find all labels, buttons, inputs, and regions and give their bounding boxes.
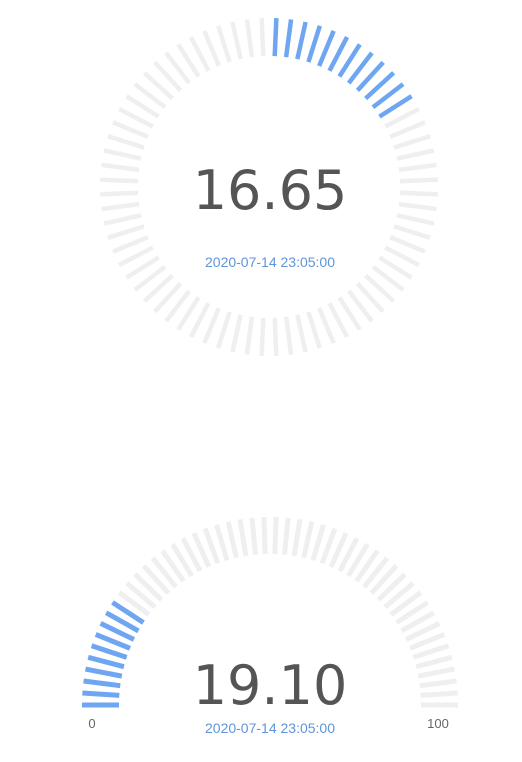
- semicircle-gauge-track-tick: [282, 517, 291, 555]
- ring-gauge-track-tick: [295, 314, 308, 353]
- ring-gauge-track-tick: [230, 314, 243, 353]
- ring-gauge-track-tick: [398, 201, 437, 212]
- ring-gauge-track-tick: [216, 311, 232, 349]
- ring-gauge-track-tick: [103, 148, 142, 161]
- ring-gauge-track-tick: [244, 316, 255, 355]
- semicircle-gauge-track-tick: [291, 519, 303, 557]
- ring-gauge-track-tick: [202, 29, 221, 67]
- ring-gauge-track-tick: [283, 316, 294, 355]
- ring-gauge-track-tick: [107, 134, 145, 150]
- ring-gauge-track-tick: [317, 307, 336, 345]
- semicircle-gauge-min-label: 0: [88, 716, 95, 731]
- semicircle-gauge-track-tick: [261, 517, 268, 555]
- ring-gauge-track-tick: [100, 190, 139, 197]
- semicircle-gauge-timestamp: 2020-07-14 23:05:00: [205, 720, 335, 736]
- ring-gauge-active-tick: [295, 21, 308, 60]
- semicircle-gauge-track-tick: [301, 521, 315, 559]
- ring-gauge-track-tick: [202, 307, 221, 345]
- ring-gauge-track-tick: [393, 134, 431, 150]
- ring-gauge-track-tick: [259, 317, 266, 356]
- ring-gauge-track-tick: [396, 148, 435, 161]
- ring-gauge-track-tick: [216, 25, 232, 63]
- ring-gauge-track-tick: [100, 177, 139, 184]
- ring-gauge-track-tick: [107, 224, 145, 240]
- semicircle-gauge-value: 19.10: [193, 654, 348, 717]
- semicircle-gauge-track-tick: [310, 524, 326, 561]
- semicircle-gauge-active-tick: [83, 678, 121, 689]
- semicircle-gauge-track-tick: [419, 678, 457, 689]
- semicircle-gauge-track-tick: [249, 517, 258, 555]
- ring-gauge-active-tick: [306, 25, 322, 63]
- ring-gauge-track-tick: [399, 190, 438, 197]
- ring-gauge-track-tick: [389, 235, 427, 254]
- ring-gauge-track-tick: [101, 162, 140, 173]
- ring-gauge-track-tick: [101, 201, 140, 212]
- semicircle-gauge-track-tick: [415, 654, 453, 670]
- semicircle-gauge-track-tick: [272, 517, 279, 555]
- ring-gauge-track-tick: [396, 213, 435, 226]
- semicircle-gauge-active-tick: [84, 666, 123, 679]
- semicircle-gauge-active-tick: [87, 654, 125, 670]
- semicircle-gauge-active-tick: [82, 690, 120, 698]
- ring-gauge-track-tick: [272, 317, 279, 356]
- ring-gauge-active-tick: [283, 19, 294, 58]
- ring-gauge-track-tick: [389, 120, 427, 139]
- semicircle-gauge-track-tick: [214, 524, 230, 561]
- ring-gauge-active-tick: [272, 18, 279, 57]
- ring-gauge-active-tick: [317, 29, 336, 67]
- ring-gauge-track-tick: [259, 18, 266, 57]
- ring-gauge-track-tick: [398, 162, 437, 173]
- ring-gauge-track-tick: [103, 213, 142, 226]
- ring-gauge-track-tick: [244, 19, 255, 58]
- ring-gauge-track-tick: [111, 235, 149, 254]
- ring-gauge-track-tick: [393, 224, 431, 240]
- ring-gauge-value: 16.65: [193, 159, 348, 222]
- ring-gauge-track-tick: [230, 21, 243, 60]
- semicircle-gauge: 19.10 2020-07-14 23:05:00 0 100: [82, 517, 458, 736]
- ring-gauge: 16.65 2020-07-14 23:05:00: [100, 18, 438, 356]
- semicircle-gauge-max-label: 100: [427, 716, 449, 731]
- ring-gauge-track-tick: [306, 311, 322, 349]
- ring-gauge-track-tick: [111, 120, 149, 139]
- ring-gauge-timestamp: 2020-07-14 23:05:00: [205, 254, 335, 270]
- semicircle-gauge-track-tick: [225, 521, 239, 559]
- semicircle-gauge-track-tick: [237, 519, 249, 557]
- semicircle-gauge-track-tick: [417, 666, 456, 679]
- semicircle-gauge-track-tick: [420, 690, 458, 698]
- ring-gauge-track-tick: [399, 177, 438, 184]
